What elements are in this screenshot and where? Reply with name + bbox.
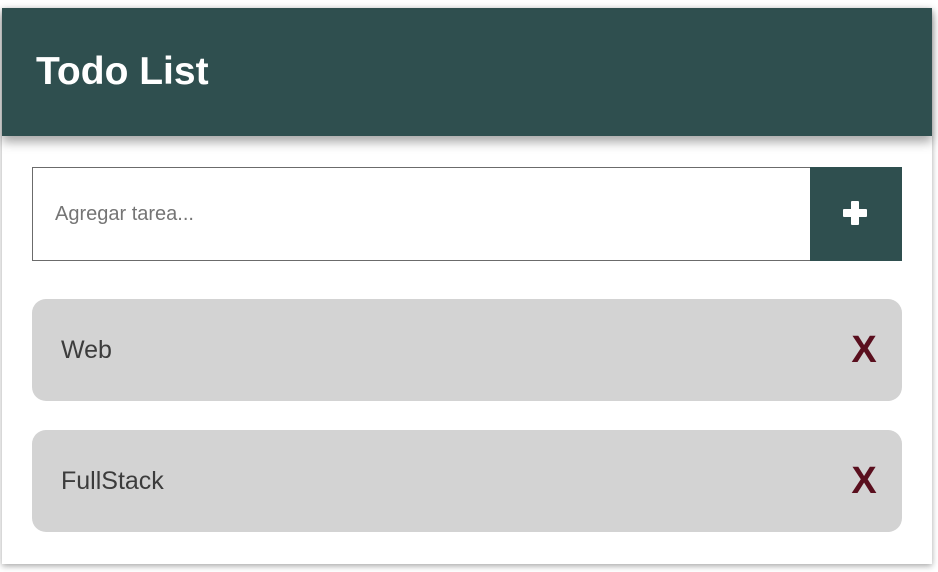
todo-text: FullStack [61,467,164,495]
todo-item: Web X [32,299,902,401]
app-header: Todo List [2,8,932,136]
todo-app-card: Todo List Web X FullStack X [2,8,932,564]
delete-button[interactable]: X [848,462,880,500]
add-task-button[interactable] [810,167,902,261]
app-title: Todo List [36,50,209,93]
delete-button[interactable]: X [848,331,880,369]
todo-item: FullStack X [32,430,902,532]
plus-icon [843,201,867,225]
add-task-form [32,167,902,261]
todo-text: Web [61,336,112,364]
task-input[interactable] [32,167,810,261]
